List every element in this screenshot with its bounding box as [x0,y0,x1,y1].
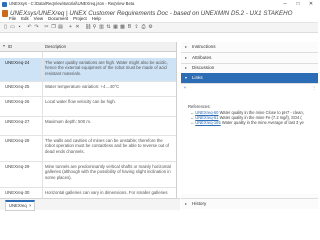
document-tab[interactable]: UNEXreq × [5,199,36,211]
panel-section-links[interactable]: ▾ Links [181,73,318,84]
bold-icon[interactable]: B [127,24,132,30]
columns-icon[interactable]: ▥ [99,24,104,30]
chevron-right-icon: ▸ [185,65,188,70]
row-id: UNEXreq-30 [5,190,30,195]
reference-text: Water quality in the mine Average of las… [221,120,304,125]
row-description: Water temperature variation: +4…40°C [45,84,120,89]
panel-section-history[interactable]: ▸ History [181,198,318,209]
image-icon[interactable]: ▦ [113,24,118,30]
reference-link[interactable]: UNEXreq-165 [195,120,220,125]
open-icon[interactable]: ▭ [10,24,15,30]
row-id: UNEXreq-26 [5,99,30,104]
table-icon[interactable]: ▩ [120,24,125,30]
table-row[interactable]: UNEXreq-28 The walls and cavities of min… [0,136,176,162]
document-icon [2,10,8,17]
column-header-id[interactable]: ID [8,44,12,49]
table-row[interactable]: UNEXreq-25 Water temperature variation: … [0,82,176,97]
add-icon[interactable]: + [68,24,73,30]
row-id: UNEXreq-27 [5,119,30,124]
table-row[interactable]: UNEXreq-30 Horizontal galleries can vary… [0,188,176,198]
copy-icon[interactable]: ❐ [51,24,56,30]
settings-icon[interactable]: ⚙ [148,24,153,30]
paste-icon[interactable]: ▤ [58,24,63,30]
row-description: Mine tunnels are predominantly vertical … [45,164,171,180]
row-description: Local water flow velocity can be high. [45,99,116,104]
expand-all-icon[interactable]: ▾ [2,43,6,48]
reference-item: ↔ UNEXreq-165 Water quality in the mine … [190,120,304,125]
table-row[interactable]: UNEXreq-24 The water quality variations … [0,58,176,82]
table-row[interactable]: UNEXreq-29 Mine tunnels are predominantl… [0,162,176,188]
filter-icon[interactable]: ⚲ [92,24,97,30]
chevron-right-icon: ▸ [185,55,188,60]
chevron-right-icon: ▸ [185,201,188,206]
window-title: UNEXsys - C:\Data\ReqView\tutorial\UNEXr… [9,1,135,7]
add-link-icon[interactable]: + [183,85,187,90]
sort-icon[interactable]: ⇅ [106,24,111,30]
document-tab-label: UNEXreq [9,202,27,208]
link-icon[interactable]: ⛓ [85,24,91,30]
row-id: UNEXreq-25 [5,84,30,89]
app-icon [2,1,7,7]
panel-section-instructions[interactable]: ▸ Instructions [181,42,318,53]
row-id: UNEXreq-29 [5,164,30,169]
redo-icon[interactable]: ↷ [34,24,39,30]
chevron-down-icon: ▾ [185,75,188,80]
row-description: The walls and cavities of mines can be u… [45,138,169,154]
row-id: UNEXreq-28 [5,138,30,143]
table-row[interactable]: UNEXreq-26 Local water flow velocity can… [0,97,176,117]
undo-icon[interactable]: ↶ [27,24,32,30]
table-header [0,42,176,52]
close-tab-icon[interactable]: × [28,203,31,208]
save-icon[interactable]: ▪ [17,24,22,30]
chevron-right-icon: ▸ [185,44,188,49]
delete-icon[interactable]: ✕ [75,24,80,30]
column-header-description[interactable]: Description [45,44,66,49]
links-panel-body [181,84,318,194]
requirements-table: UNEXreq-24 The water quality variations … [0,42,177,198]
references-heading: References: [188,104,211,109]
row-id: UNEXreq-24 [5,60,30,65]
link-icon: ↔ [190,120,195,125]
minimize-button[interactable]: ─ [279,0,291,8]
maximize-button[interactable]: □ [292,0,304,8]
row-description: Maximum depth: 500 m. [45,119,92,124]
cut-icon[interactable]: ✂ [44,24,49,30]
print-icon[interactable]: ⎙ [141,24,146,30]
new-icon[interactable]: ▯ [3,24,8,30]
more-icon[interactable]: ⋮ [312,85,316,90]
row-description: Horizontal galleries can vary in dimensi… [45,190,168,195]
column-divider [42,42,43,198]
table-row[interactable]: UNEXreq-27 Maximum depth: 500 m. [0,117,176,136]
close-button[interactable]: ✕ [305,0,317,8]
export-icon[interactable]: ⇪ [134,24,139,30]
row-description: The water quality variations are high. W… [45,60,168,76]
